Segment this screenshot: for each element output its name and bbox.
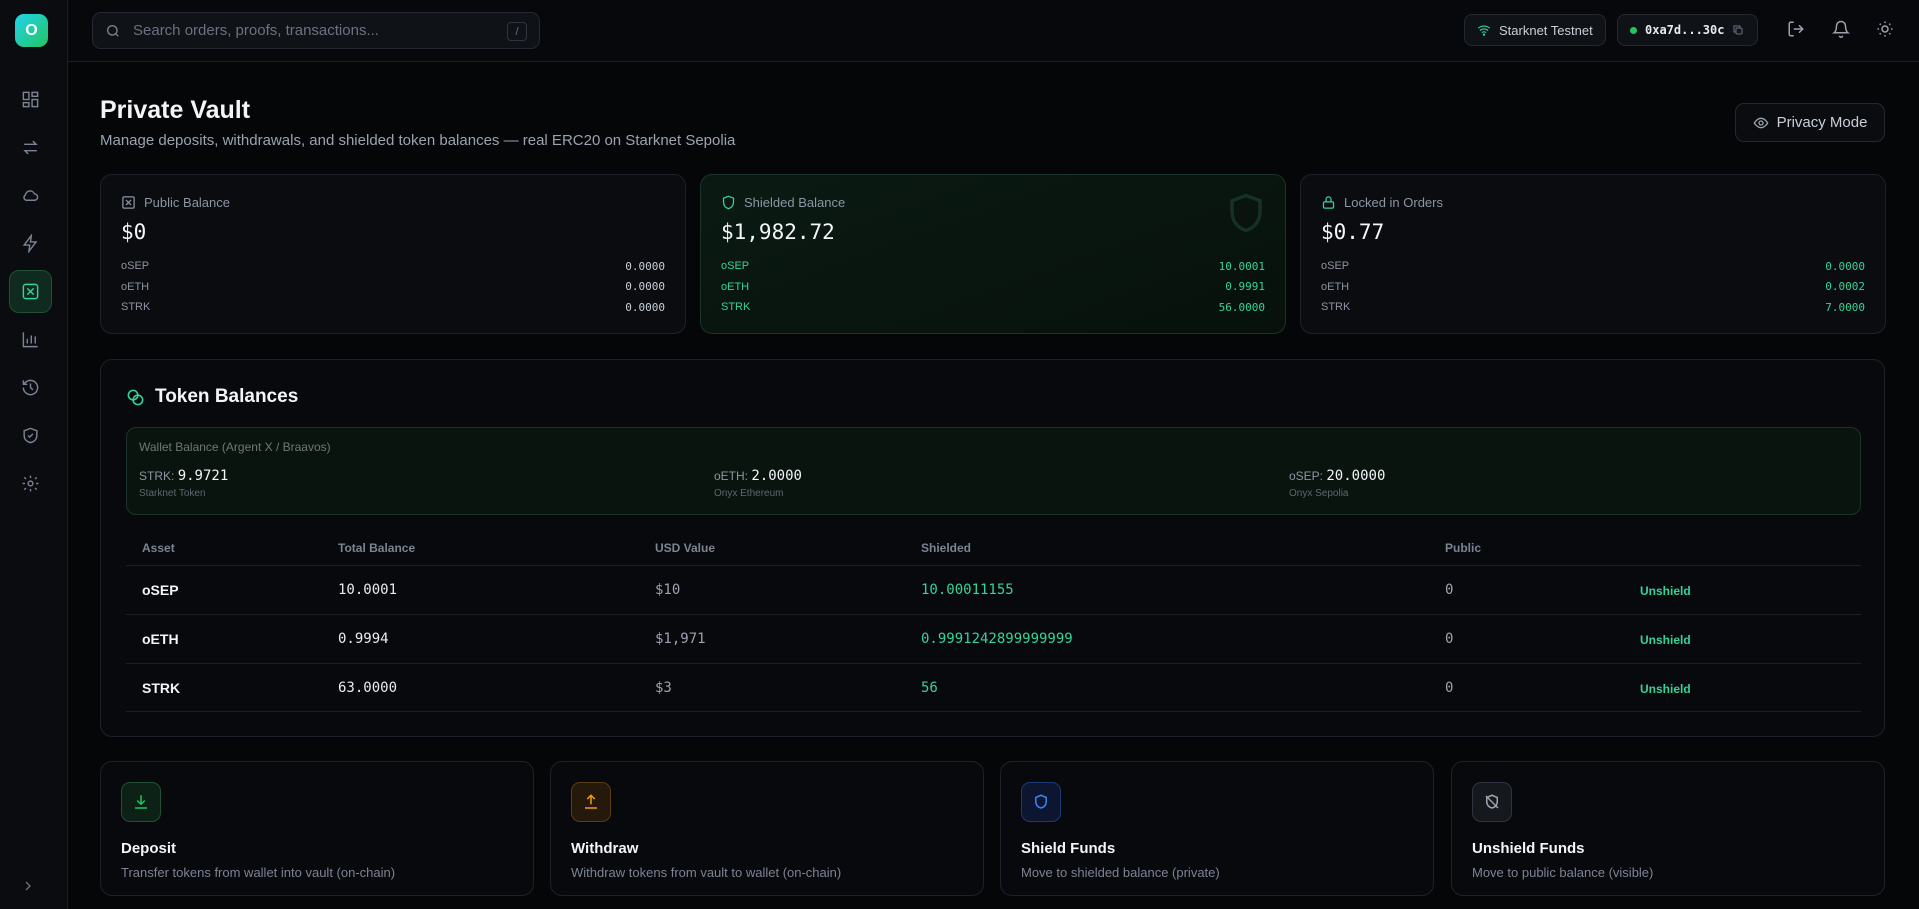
deposit-action-card[interactable]: Deposit Transfer tokens from wallet into… — [100, 761, 534, 896]
card-label: Locked in Orders — [1344, 195, 1443, 210]
search-icon — [107, 24, 119, 37]
card-amount: $1,982.72 — [721, 220, 835, 244]
public-balance-card: Public Balance $0 oSEP 0.0000 oETH 0.0000 … — [100, 174, 686, 334]
action-title: Deposit — [121, 840, 177, 857]
action-desc: Transfer tokens from wallet into vault (… — [121, 865, 396, 880]
arrows-swap-icon — [23, 140, 38, 155]
grid-icon — [22, 91, 39, 108]
shield-icon — [722, 195, 735, 210]
balance-row: oSEP 10.0001 — [721, 259, 1265, 273]
shield-icon — [1035, 794, 1047, 809]
column-header: Asset — [142, 541, 175, 555]
balance-row: oETH 0.0002 — [1321, 280, 1865, 294]
balance-row: oSEP 0.0000 — [1321, 259, 1865, 273]
unshield-button[interactable]: Unshield — [1640, 633, 1691, 647]
coins-icon — [127, 389, 144, 405]
logout-icon[interactable] — [1787, 20, 1805, 38]
shield-funds-action-card[interactable]: Shield Funds Move to shielded balance (p… — [1000, 761, 1434, 896]
action-desc: Withdraw tokens from vault to wallet (on… — [571, 865, 842, 880]
action-title: Shield Funds — [1021, 840, 1116, 857]
search-input[interactable]: Search orders, proofs, transactions... / — [92, 12, 540, 49]
page-subtitle: Manage deposits, withdrawals, and shield… — [100, 132, 736, 149]
nav-vault[interactable] — [9, 270, 52, 313]
nav-dashboard[interactable] — [9, 78, 52, 121]
card-label: Shielded Balance — [744, 195, 846, 210]
gear-icon — [22, 475, 39, 492]
wallet-box-title: Wallet Balance (Argent X / Braavos) — [139, 440, 331, 454]
bar-chart-icon — [22, 332, 38, 348]
app-logo[interactable]: O — [15, 14, 48, 47]
balance-row: STRK 56.0000 — [721, 300, 1265, 314]
locked-orders-card: Locked in Orders $0.77 oSEP 0.0000 oETH 0.… — [1300, 174, 1886, 334]
column-header: Total Balance — [338, 541, 416, 555]
network-badge[interactable]: Starknet Testnet — [1464, 14, 1606, 46]
vault-icon — [122, 196, 135, 209]
nav-settings[interactable] — [9, 462, 52, 505]
action-desc: Move to shielded balance (private) — [1021, 865, 1220, 880]
wallet-badge[interactable]: 0xa7d...30c — [1617, 14, 1758, 46]
copy-icon[interactable] — [1732, 24, 1744, 36]
card-amount: $0 — [121, 220, 147, 244]
unshield-button[interactable]: Unshield — [1640, 682, 1691, 696]
unshield-funds-action-card[interactable]: Unshield Funds Move to public balance (v… — [1451, 761, 1885, 896]
top-bar: Search orders, proofs, transactions... /… — [68, 0, 1919, 62]
balance-row: oETH 0.9991 — [721, 280, 1265, 294]
wallet-item: oSEP: 20.0000 Onyx Sepolia — [1289, 468, 1386, 499]
action-desc: Move to public balance (visible) — [1472, 865, 1654, 880]
wallet-address: 0xa7d...30c — [1645, 23, 1725, 37]
balance-row: STRK 0.0000 — [121, 300, 665, 314]
shield-icon — [1230, 193, 1262, 233]
network-label: Starknet Testnet — [1499, 22, 1593, 38]
table-row: oETH 0.9994 $1,971 0.9991242899999999 0 … — [126, 614, 1861, 663]
card-label: Public Balance — [144, 195, 230, 210]
bell-icon[interactable] — [1832, 20, 1850, 38]
card-amount: $0.77 — [1321, 220, 1385, 244]
action-title: Unshield Funds — [1472, 840, 1585, 857]
balance-row: oETH 0.0000 — [121, 280, 665, 294]
nav-analytics[interactable] — [9, 318, 52, 361]
page-title: Private Vault — [100, 96, 251, 124]
history-icon — [22, 379, 39, 396]
vault-icon — [22, 283, 39, 300]
lock-icon — [1322, 196, 1335, 209]
section-title: Token Balances — [155, 386, 299, 407]
search-shortcut: / — [507, 22, 527, 41]
balance-row: STRK 7.0000 — [1321, 300, 1865, 314]
nav-trade[interactable] — [9, 126, 52, 169]
shield-off-icon — [1485, 794, 1499, 809]
table-row: STRK 63.0000 $3 56 0 Unshield — [126, 663, 1861, 712]
wallet-item: STRK: 9.9721 Starknet Token — [139, 468, 229, 499]
search-placeholder: Search orders, proofs, transactions... — [133, 22, 379, 39]
eye-icon — [1753, 117, 1768, 128]
upload-icon — [585, 794, 597, 809]
chevron-right-icon[interactable] — [20, 878, 36, 894]
privacy-mode-label: Privacy Mode — [1776, 114, 1868, 131]
column-header: Shielded — [921, 541, 972, 555]
cloud-icon — [23, 190, 39, 201]
download-icon — [135, 795, 147, 809]
wifi-icon — [1477, 25, 1491, 36]
privacy-mode-button[interactable]: Privacy Mode — [1735, 103, 1885, 142]
table-row: oSEP 10.0001 $10 10.00011155 0 Unshield — [126, 565, 1861, 614]
nav-security[interactable] — [9, 414, 52, 457]
shielded-balance-card: Shielded Balance $1,982.72 oSEP 10.0001 o… — [700, 174, 1286, 334]
nav-history[interactable] — [9, 366, 52, 409]
lightning-icon — [22, 234, 38, 253]
column-header: USD Value — [655, 541, 716, 555]
nav-cloud[interactable] — [9, 174, 52, 217]
token-balances-panel: Token Balances Wallet Balance (Argent X … — [100, 359, 1885, 737]
balance-row: oSEP 0.0000 — [121, 259, 665, 273]
withdraw-action-card[interactable]: Withdraw Withdraw tokens from vault to w… — [550, 761, 984, 896]
column-header: Public — [1445, 541, 1482, 555]
connection-dot — [1630, 26, 1637, 34]
sidebar: O — [0, 0, 68, 909]
nav-lightning[interactable] — [9, 222, 52, 265]
sun-icon[interactable] — [1876, 20, 1894, 38]
unshield-button[interactable]: Unshield — [1640, 584, 1691, 598]
wallet-balance-box: Wallet Balance (Argent X / Braavos) STRK… — [126, 427, 1861, 515]
wallet-item: oETH: 2.0000 Onyx Ethereum — [714, 468, 802, 499]
action-title: Withdraw — [571, 840, 639, 857]
shield-check-icon — [23, 427, 38, 444]
